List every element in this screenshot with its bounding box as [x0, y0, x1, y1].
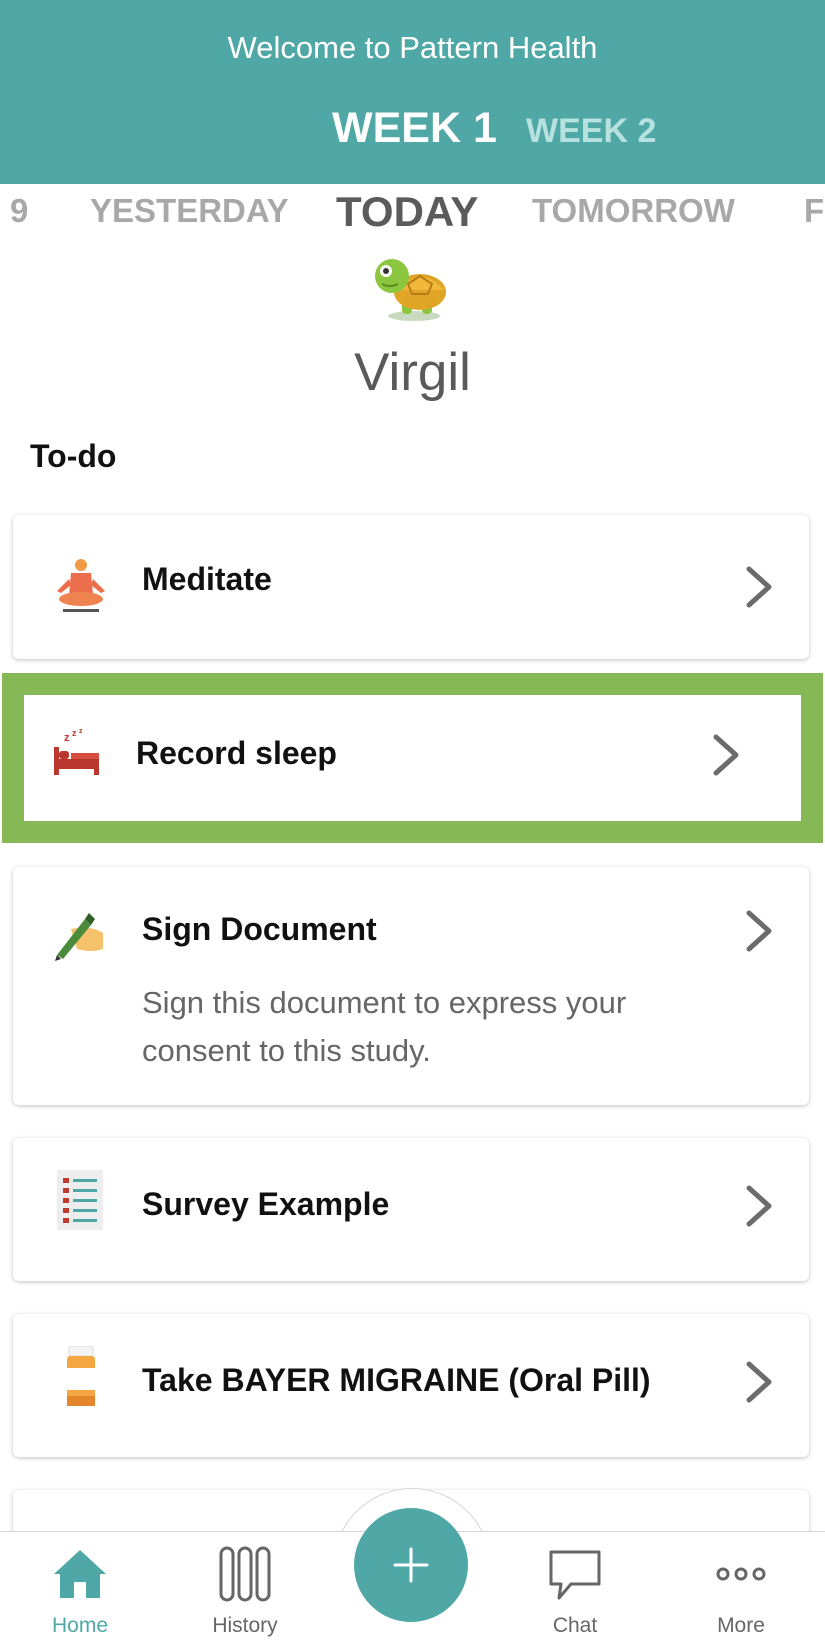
- svg-text:z: z: [72, 729, 77, 738]
- plus-icon: [393, 1547, 429, 1583]
- chevron-right-icon: [746, 910, 772, 952]
- todo-description: Sign this document to express your conse…: [142, 985, 627, 1068]
- nav-history[interactable]: History: [190, 1532, 300, 1652]
- signature-icon: [55, 913, 103, 961]
- pill-bottle-icon: [67, 1346, 95, 1406]
- day-today[interactable]: TODAY: [336, 188, 478, 236]
- todo-card-survey-example[interactable]: Survey Example: [13, 1138, 809, 1281]
- bed-icon: z z z: [54, 729, 99, 775]
- profile-name: Virgil: [354, 343, 471, 402]
- week-tabs: WEEK 1 WEEK 2: [0, 104, 825, 164]
- nav-more[interactable]: More: [686, 1532, 796, 1652]
- day-next[interactable]: F: [804, 192, 824, 230]
- nav-chat[interactable]: Chat: [520, 1532, 630, 1652]
- todo-title: Take BAYER MIGRAINE (Oral Pill): [142, 1362, 651, 1398]
- header-title: Welcome to Pattern Health: [227, 30, 598, 65]
- meditate-icon: [57, 559, 105, 612]
- tab-week-1[interactable]: WEEK 1: [332, 104, 497, 153]
- nav-label: Chat: [552, 1614, 598, 1637]
- day-tomorrow[interactable]: TOMORROW: [532, 192, 735, 230]
- more-icon: [716, 1567, 766, 1581]
- chevron-right-icon: [746, 566, 772, 608]
- nav-label: More: [717, 1614, 765, 1637]
- add-button[interactable]: [354, 1508, 468, 1622]
- todo-heading: To-do: [30, 438, 117, 474]
- todo-card-sign-document[interactable]: Sign Document Sign this document to expr…: [13, 867, 809, 1105]
- home-icon: [54, 1550, 106, 1598]
- history-icon: [219, 1546, 271, 1602]
- chat-icon: [549, 1550, 601, 1600]
- nav-home[interactable]: Home: [25, 1532, 135, 1652]
- todo-card-record-sleep[interactable]: z z z Record sleep: [24, 695, 801, 821]
- todo-card-meditate[interactable]: Meditate: [13, 515, 809, 659]
- highlight-frame: z z z Record sleep: [2, 673, 823, 843]
- tab-week-2[interactable]: WEEK 2: [526, 112, 656, 151]
- todo-title: Record sleep: [136, 735, 337, 771]
- day-selector: 9 YESTERDAY TODAY TOMORROW F: [0, 184, 825, 244]
- survey-icon: [57, 1170, 103, 1230]
- svg-text:z: z: [64, 732, 70, 744]
- day-yesterday[interactable]: YESTERDAY: [90, 192, 289, 230]
- chevron-right-icon: [746, 1361, 772, 1403]
- chevron-right-icon: [746, 1185, 772, 1227]
- nav-label: Home: [51, 1614, 109, 1637]
- todo-title: Survey Example: [142, 1186, 390, 1222]
- svg-text:z: z: [79, 729, 83, 735]
- turtle-avatar: [375, 259, 446, 321]
- todo-card-take-medication[interactable]: Take BAYER MIGRAINE (Oral Pill): [13, 1314, 809, 1457]
- chevron-right-icon: [713, 734, 739, 776]
- app-header: Welcome to Pattern Health WEEK 1 WEEK 2: [0, 0, 825, 184]
- todo-title: Sign Document: [142, 911, 377, 947]
- todo-title: Meditate: [142, 561, 272, 597]
- day-previous[interactable]: 9: [10, 192, 28, 230]
- nav-label: History: [212, 1614, 278, 1637]
